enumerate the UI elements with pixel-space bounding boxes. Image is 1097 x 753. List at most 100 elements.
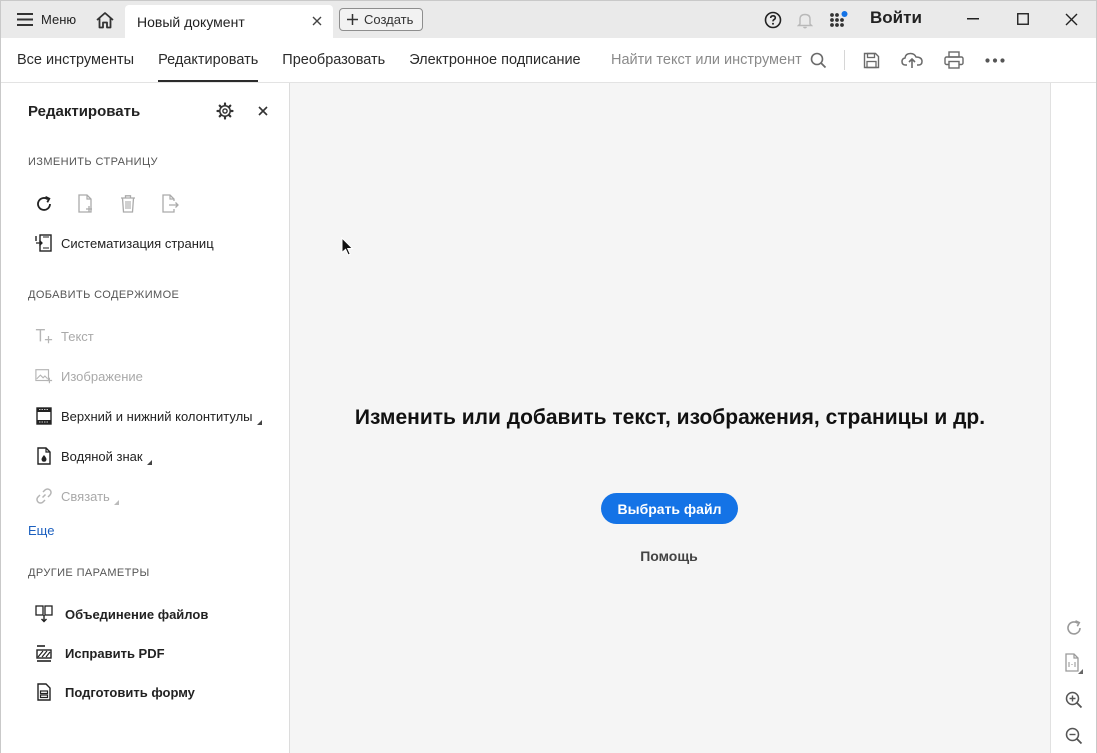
zoom-out-button[interactable]	[1063, 725, 1085, 747]
panel-close-button[interactable]	[253, 101, 273, 121]
maximize-icon	[1017, 13, 1029, 25]
combine-files-icon	[35, 605, 53, 623]
tab-all-tools[interactable]: Все инструменты	[17, 38, 134, 82]
link-icon	[35, 487, 53, 505]
sign-in-button[interactable]: Войти	[870, 8, 922, 28]
delete-page-button[interactable]	[117, 193, 139, 215]
ellipsis-icon	[985, 57, 1005, 63]
zoom-in-icon	[1065, 691, 1083, 709]
link-item[interactable]: Связать	[35, 485, 119, 507]
search-icon[interactable]	[810, 52, 827, 69]
tab-e-sign[interactable]: Электронное подписание	[409, 38, 580, 82]
add-text-item[interactable]: Текст	[35, 325, 94, 347]
empty-state-heading: Изменить или добавить текст, изображения…	[354, 406, 986, 429]
submenu-arrow-icon	[146, 459, 152, 465]
add-image-item[interactable]: Изображение	[35, 365, 143, 387]
refresh-button[interactable]	[1063, 617, 1085, 639]
maximize-button[interactable]	[1008, 5, 1038, 33]
print-button[interactable]	[941, 48, 967, 72]
tab-edit[interactable]: Редактировать	[158, 38, 259, 82]
fit-page-button[interactable]	[1063, 653, 1085, 675]
prepare-form-icon	[35, 683, 53, 701]
watermark-icon	[35, 447, 53, 465]
page-actions-row	[33, 193, 181, 215]
create-label: Создать	[364, 12, 414, 27]
upload-cloud-button[interactable]	[899, 48, 925, 72]
zoom-out-icon	[1065, 727, 1083, 745]
link-label: Связать	[61, 488, 110, 504]
notification-dot	[841, 11, 848, 17]
prepare-form-label: Подготовить форму	[65, 684, 195, 700]
help-icon	[764, 11, 782, 29]
fix-pdf-label: Исправить PDF	[65, 645, 165, 661]
organize-pages-label: Систематизация страниц	[61, 235, 214, 251]
rotate-page-button[interactable]	[33, 193, 55, 215]
section-other-options: ДРУГИЕ ПАРАМЕТРЫ	[28, 567, 150, 579]
document-tab-label: Новый документ	[137, 13, 245, 30]
hamburger-icon	[17, 13, 33, 26]
notifications-button[interactable]	[792, 7, 818, 33]
right-rail	[1050, 83, 1096, 753]
home-icon	[96, 11, 114, 28]
extract-page-button[interactable]	[159, 193, 181, 215]
header-footer-label: Верхний и нижний колонтитулы	[61, 408, 253, 424]
document-tab[interactable]: Новый документ	[125, 5, 333, 38]
home-button[interactable]	[91, 5, 119, 34]
more-tools-link[interactable]: Еще	[28, 523, 54, 538]
close-tab-icon[interactable]	[309, 13, 325, 29]
edit-side-panel: Редактировать ИЗМЕНИТЬ СТРАНИЦУ Системат…	[1, 83, 290, 753]
submenu-arrow-icon	[113, 499, 119, 505]
document-area: Изменить или добавить текст, изображения…	[290, 83, 1050, 753]
close-window-button[interactable]	[1056, 5, 1086, 33]
organize-pages-icon	[35, 234, 53, 252]
mouse-pointer-icon	[341, 237, 354, 256]
trash-icon	[121, 195, 135, 213]
tool-tabs: Все инструменты Редактировать Преобразов…	[17, 38, 581, 82]
help-link[interactable]: Помощь	[290, 548, 1048, 564]
add-text-icon	[35, 327, 53, 345]
save-button[interactable]	[858, 48, 884, 72]
menu-button[interactable]: Меню	[9, 5, 84, 34]
combine-files-label: Объединение файлов	[65, 606, 209, 622]
app-window: Меню Новый документ Создать Войти Все ин…	[0, 0, 1097, 753]
header-footer-item[interactable]: Верхний и нижний колонтитулы	[35, 405, 262, 427]
help-button[interactable]	[760, 7, 786, 33]
extract-page-icon	[162, 194, 179, 213]
more-options-button[interactable]	[982, 48, 1008, 72]
organize-pages-item[interactable]: Систематизация страниц	[35, 232, 214, 254]
search-placeholder: Найти текст или инструмент	[611, 52, 802, 68]
add-image-label: Изображение	[61, 368, 143, 384]
title-bar: Меню Новый документ Создать Войти	[1, 1, 1096, 38]
fix-pdf-item[interactable]: Исправить PDF	[35, 642, 165, 664]
toolbar-divider	[844, 50, 845, 70]
create-button[interactable]: Создать	[339, 8, 424, 31]
apps-button[interactable]	[826, 7, 852, 33]
header-footer-icon	[35, 407, 53, 425]
tab-convert[interactable]: Преобразовать	[282, 38, 385, 82]
minimize-icon	[967, 18, 979, 20]
choose-file-button[interactable]: Выбрать файл	[601, 493, 738, 524]
search-field[interactable]: Найти текст или инструмент	[611, 50, 827, 70]
refresh-icon	[1067, 620, 1081, 635]
watermark-label: Водяной знак	[61, 448, 143, 464]
close-icon	[1065, 13, 1077, 25]
panel-settings-button[interactable]	[214, 100, 236, 122]
add-text-label: Текст	[61, 328, 94, 344]
watermark-item[interactable]: Водяной знак	[35, 445, 152, 467]
bell-icon	[797, 13, 813, 29]
main-toolbar: Все инструменты Редактировать Преобразов…	[1, 38, 1096, 83]
insert-page-button[interactable]	[75, 193, 97, 215]
fit-page-icon	[1065, 653, 1083, 674]
panel-title: Редактировать	[28, 103, 141, 120]
section-modify-page: ИЗМЕНИТЬ СТРАНИЦУ	[28, 156, 158, 168]
gear-icon	[216, 102, 234, 120]
menu-label: Меню	[41, 12, 77, 27]
save-icon	[863, 52, 879, 68]
plus-icon	[347, 14, 358, 25]
add-image-icon	[35, 367, 53, 385]
zoom-in-button[interactable]	[1063, 689, 1085, 711]
combine-files-item[interactable]: Объединение файлов	[35, 603, 208, 625]
prepare-form-item[interactable]: Подготовить форму	[35, 681, 195, 703]
submenu-arrow-icon	[256, 419, 262, 425]
minimize-button[interactable]	[958, 5, 988, 33]
